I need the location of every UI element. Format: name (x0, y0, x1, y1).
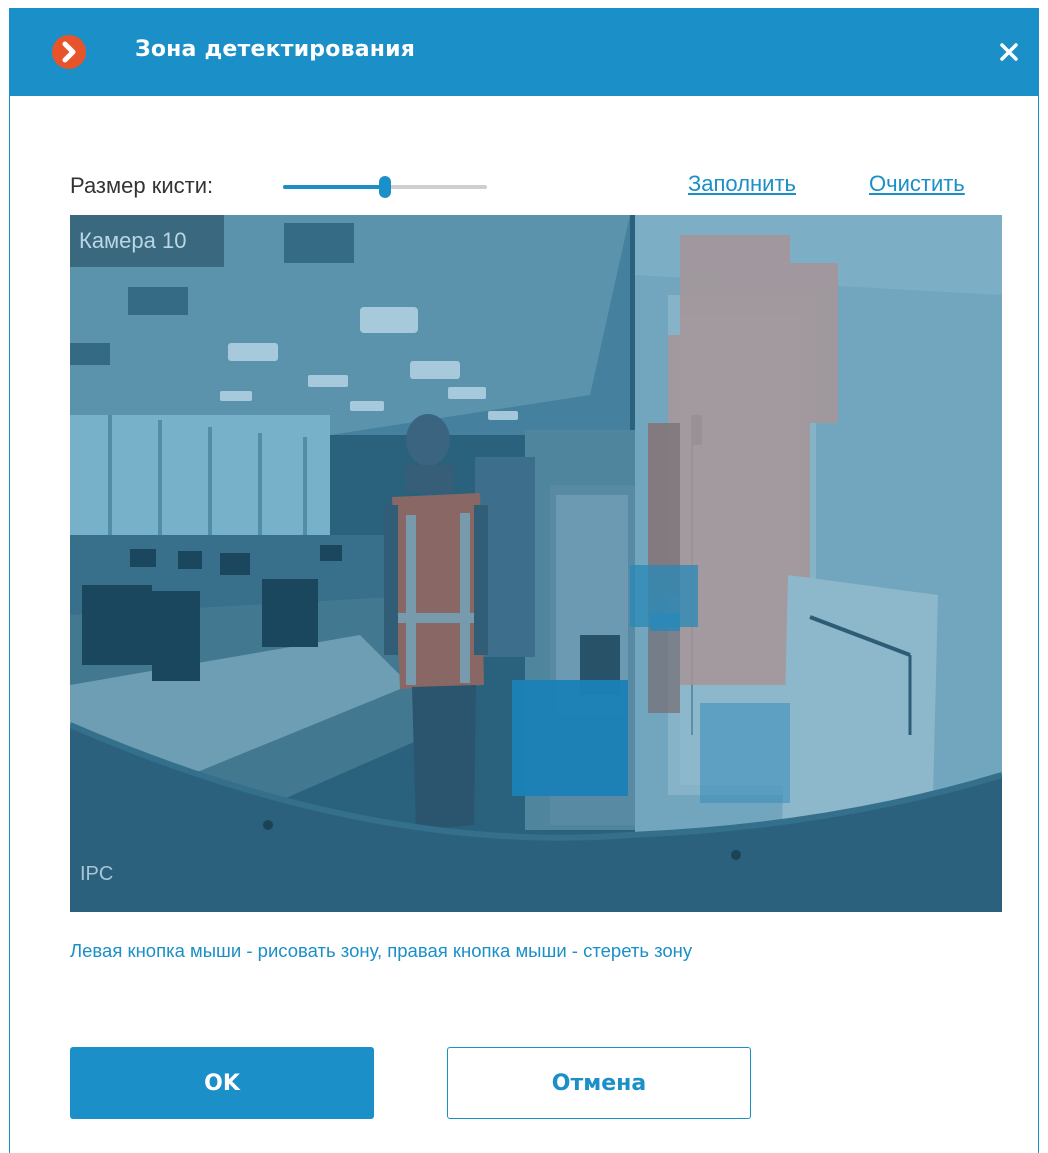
brush-size-label: Размер кисти: (70, 173, 214, 198)
clear-link[interactable]: Очистить (869, 171, 965, 197)
slider-fill (283, 185, 385, 189)
camera-frame (70, 215, 1002, 912)
dialog-window: Зона детектирования Размер кисти: Заполн… (9, 8, 1039, 1153)
app-logo-icon (52, 35, 86, 69)
brush-size-slider[interactable] (283, 176, 487, 198)
fill-link[interactable]: Заполнить (688, 171, 796, 197)
camera-view[interactable]: Камера 10 IPC (70, 215, 1002, 912)
title-bar[interactable]: Зона детектирования (10, 8, 1038, 96)
dialog-title: Зона детектирования (135, 37, 416, 62)
drawing-hint: Левая кнопка мыши - рисовать зону, права… (70, 940, 693, 961)
camera-watermark: IPC (80, 863, 114, 885)
close-button[interactable] (994, 34, 1024, 70)
ok-button[interactable]: OK (70, 1047, 374, 1119)
slider-thumb[interactable] (379, 176, 391, 198)
cancel-button[interactable]: Отмена (447, 1047, 751, 1119)
camera-name: Камера 10 (79, 228, 187, 253)
camera-label-box: Камера 10 (70, 215, 224, 267)
close-icon (1000, 43, 1018, 61)
